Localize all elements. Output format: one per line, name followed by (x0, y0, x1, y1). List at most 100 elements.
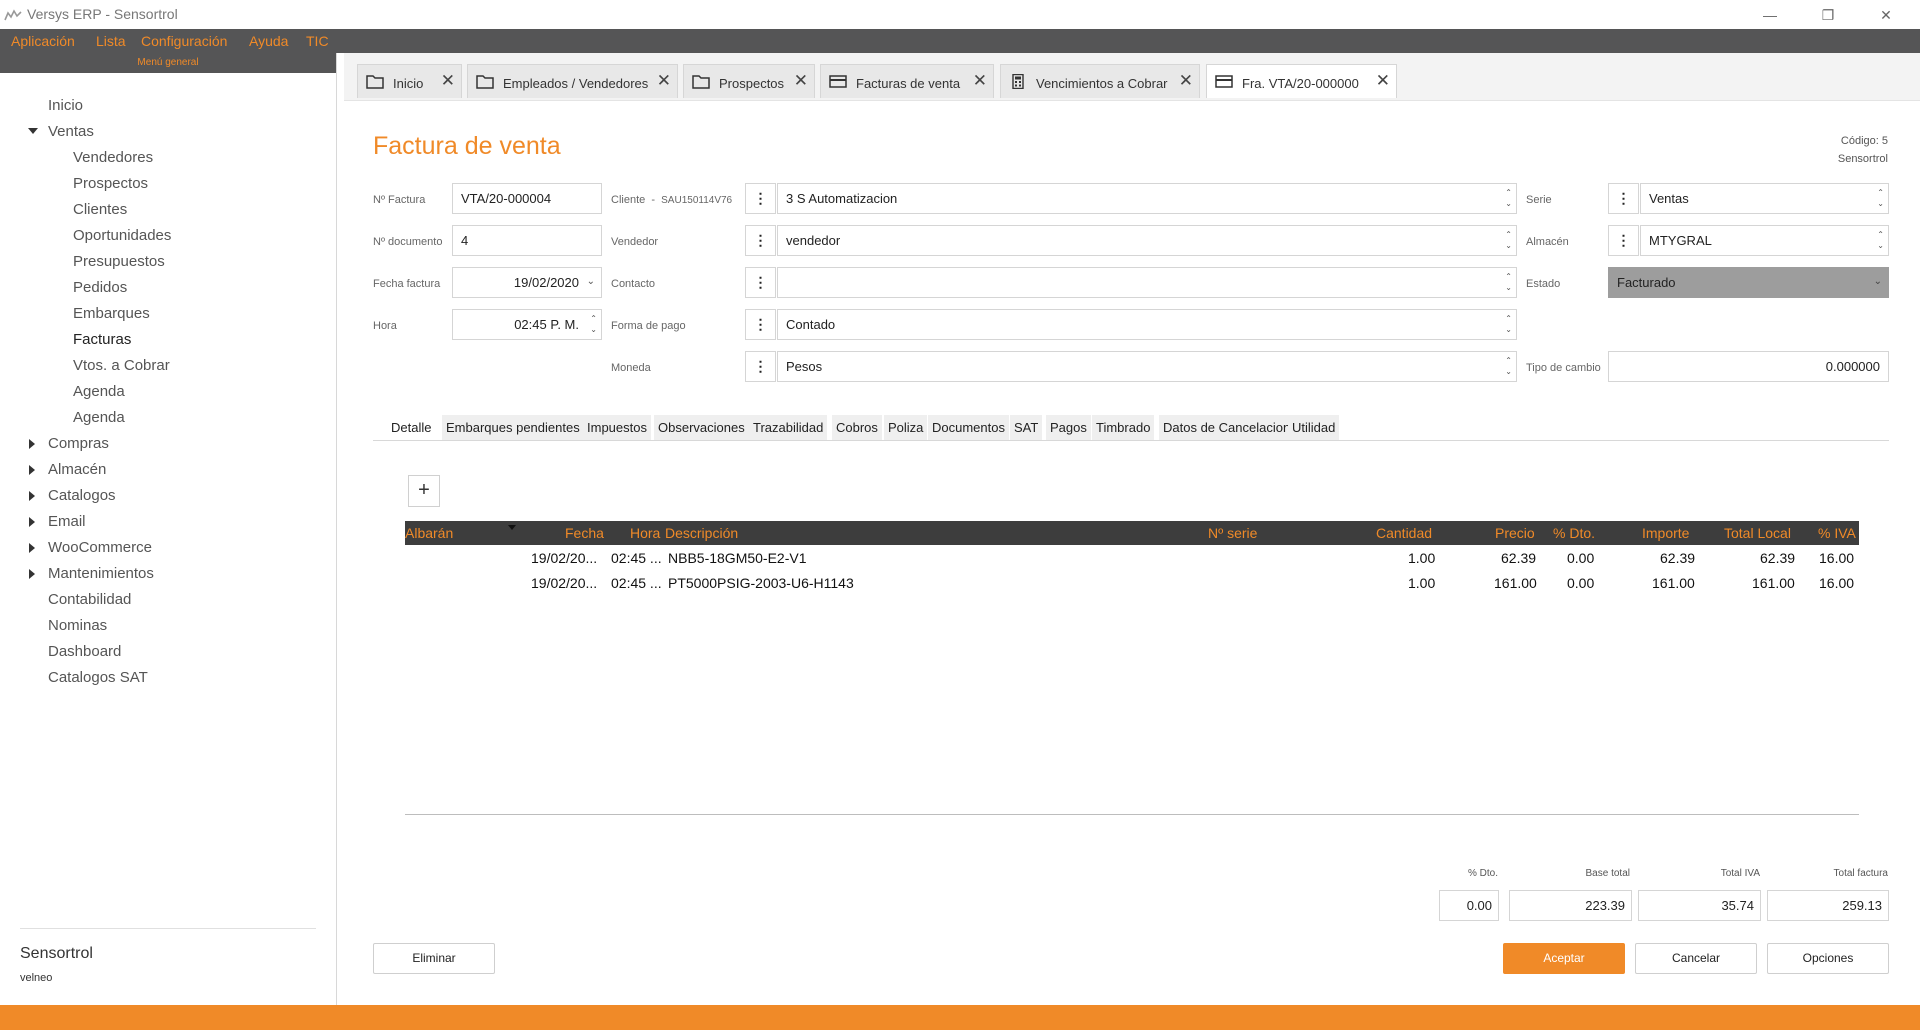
subtab-trazabilidad[interactable]: Trazabilidad (749, 415, 828, 440)
sidebar-item-email[interactable]: Email (48, 513, 86, 530)
sidebar-item-embarques[interactable]: Embarques (73, 305, 150, 322)
expand-catalogos-icon[interactable] (29, 491, 35, 501)
sidebar-item-pedidos[interactable]: Pedidos (73, 279, 127, 296)
close-tab-icon[interactable]: ✕ (1179, 72, 1193, 89)
sidebar-item-inicio[interactable]: Inicio (48, 97, 83, 114)
sidebar-item-catalogos-sat[interactable]: Catalogos SAT (48, 669, 148, 686)
col-hora[interactable]: Hora (630, 525, 660, 541)
menu-aplicacion[interactable]: Aplicación (11, 33, 75, 49)
subtab-datos-cancelacion[interactable]: Datos de Cancelacion (1159, 415, 1295, 440)
contacto-options-button[interactable]: ⋮ (745, 267, 776, 298)
sort-desc-icon[interactable] (508, 525, 516, 530)
tab-prospectos[interactable]: Prospectos ✕ (683, 64, 815, 98)
spinner-arrows-icon[interactable]: ⌃ ⌄ (1505, 187, 1512, 209)
spinner-arrows-icon[interactable]: ⌃ ⌄ (590, 313, 597, 335)
expand-woocommerce-icon[interactable] (29, 543, 35, 553)
sidebar-item-catalogos[interactable]: Catalogos (48, 487, 116, 504)
close-tab-icon[interactable]: ✕ (794, 72, 808, 89)
hora-field[interactable]: 02:45 P. M. ⌃ ⌄ (452, 309, 602, 340)
menu-configuracion[interactable]: Configuración (141, 33, 227, 49)
expand-compras-icon[interactable] (29, 439, 35, 449)
expand-almacen-icon[interactable] (29, 465, 35, 475)
sidebar-item-prospectos[interactable]: Prospectos (73, 175, 148, 192)
subtab-impuestos[interactable]: Impuestos (583, 415, 651, 440)
sidebar-item-agenda-2[interactable]: Agenda (73, 409, 125, 426)
col-dto[interactable]: % Dto. (1553, 525, 1595, 541)
close-tab-icon[interactable]: ✕ (1376, 72, 1390, 89)
opciones-button[interactable]: Opciones (1767, 943, 1889, 974)
close-tab-icon[interactable]: ✕ (657, 72, 671, 89)
subtab-documentos[interactable]: Documentos (928, 415, 1009, 440)
subtab-embarques-pendientes[interactable]: Embarques pendientes (442, 415, 584, 440)
expand-email-icon[interactable] (29, 517, 35, 527)
sidebar-item-ventas[interactable]: Ventas (48, 123, 94, 140)
sidebar-item-dashboard[interactable]: Dashboard (48, 643, 121, 660)
tab-vencimientos[interactable]: Vencimientos a Cobrar ✕ (1000, 64, 1200, 98)
almacen-options-button[interactable]: ⋮ (1608, 225, 1639, 256)
moneda-options-button[interactable]: ⋮ (745, 351, 776, 382)
tab-facturas-venta[interactable]: Facturas de venta ✕ (820, 64, 994, 98)
tab-fra-vta[interactable]: Fra. VTA/20-000000 ✕ (1206, 64, 1397, 98)
moneda-field[interactable]: Pesos ⌃ ⌄ (777, 351, 1517, 382)
subtab-detalle[interactable]: Detalle (387, 415, 436, 440)
subtab-timbrado[interactable]: Timbrado (1092, 415, 1155, 440)
col-descripcion[interactable]: Descripción (665, 525, 738, 541)
chevron-down-icon[interactable]: ⌄ (587, 277, 595, 287)
expand-ventas-icon[interactable] (28, 128, 38, 134)
sidebar-item-contabilidad[interactable]: Contabilidad (48, 591, 131, 608)
contacto-field[interactable]: ⌃ ⌄ (777, 267, 1517, 298)
spinner-arrows-icon[interactable]: ⌃ ⌄ (1877, 187, 1884, 209)
sidebar-item-oportunidades[interactable]: Oportunidades (73, 227, 171, 244)
subtab-pagos[interactable]: Pagos (1046, 415, 1091, 440)
sidebar-item-vendedores[interactable]: Vendedores (73, 149, 153, 166)
menu-lista[interactable]: Lista (96, 33, 126, 49)
sidebar-item-facturas[interactable]: Facturas (73, 331, 131, 348)
num-factura-field[interactable]: VTA/20-000004 (452, 183, 602, 214)
fecha-factura-field[interactable]: 19/02/2020 ⌄ (452, 267, 602, 298)
sidebar-item-almacen[interactable]: Almacén (48, 461, 106, 478)
col-precio[interactable]: Precio (1495, 525, 1535, 541)
close-window-button[interactable]: ✕ (1868, 4, 1904, 26)
sidebar-item-presupuestos[interactable]: Presupuestos (73, 253, 165, 270)
num-documento-field[interactable]: 4 (452, 225, 602, 256)
estado-select[interactable]: Facturado ⌄ (1608, 267, 1889, 298)
chevron-down-icon[interactable]: ⌄ (1874, 277, 1882, 287)
tab-empleados[interactable]: Empleados / Vendedores ✕ (467, 64, 678, 98)
sidebar-item-agenda[interactable]: Agenda (73, 383, 125, 400)
sidebar-item-vtos-cobrar[interactable]: Vtos. a Cobrar (73, 357, 170, 374)
spinner-arrows-icon[interactable]: ⌃ ⌄ (1505, 313, 1512, 335)
sidebar-item-nominas[interactable]: Nominas (48, 617, 107, 634)
spinner-arrows-icon[interactable]: ⌃ ⌄ (1505, 229, 1512, 251)
vendedor-field[interactable]: vendedor ⌃ ⌄ (777, 225, 1517, 256)
aceptar-button[interactable]: Aceptar (1503, 943, 1625, 974)
sidebar-item-clientes[interactable]: Clientes (73, 201, 127, 218)
almacen-field[interactable]: MTYGRAL ⌃ ⌄ (1640, 225, 1889, 256)
col-num-serie[interactable]: Nº serie (1208, 525, 1257, 541)
add-line-button[interactable]: + (408, 475, 440, 507)
col-iva[interactable]: % IVA (1818, 525, 1856, 541)
cliente-options-button[interactable]: ⋮ (745, 183, 776, 214)
expand-mantenimientos-icon[interactable] (29, 569, 35, 579)
subtab-cobros[interactable]: Cobros (832, 415, 882, 440)
minimize-button[interactable]: — (1752, 4, 1788, 26)
forma-pago-options-button[interactable]: ⋮ (745, 309, 776, 340)
subtab-utilidad[interactable]: Utilidad (1288, 415, 1340, 440)
eliminar-button[interactable]: Eliminar (373, 943, 495, 974)
forma-pago-field[interactable]: Contado ⌃ ⌄ (777, 309, 1517, 340)
subtab-poliza[interactable]: Poliza (884, 415, 928, 440)
sidebar-item-mantenimientos[interactable]: Mantenimientos (48, 565, 154, 582)
serie-field[interactable]: Ventas ⌃ ⌄ (1640, 183, 1889, 214)
close-tab-icon[interactable]: ✕ (973, 72, 987, 89)
close-tab-icon[interactable]: ✕ (441, 72, 455, 89)
sidebar-item-compras[interactable]: Compras (48, 435, 109, 452)
serie-options-button[interactable]: ⋮ (1608, 183, 1639, 214)
cancelar-button[interactable]: Cancelar (1635, 943, 1757, 974)
cliente-field[interactable]: 3 S Automatizacion ⌃ ⌄ (777, 183, 1517, 214)
tab-inicio[interactable]: Inicio ✕ (357, 64, 462, 98)
col-albaran[interactable]: Albarán (405, 525, 453, 541)
col-cantidad[interactable]: Cantidad (1376, 525, 1432, 541)
col-total-local[interactable]: Total Local (1724, 525, 1791, 541)
menu-tic[interactable]: TIC (306, 33, 329, 49)
subtab-sat[interactable]: SAT (1010, 415, 1043, 440)
vendedor-options-button[interactable]: ⋮ (745, 225, 776, 256)
